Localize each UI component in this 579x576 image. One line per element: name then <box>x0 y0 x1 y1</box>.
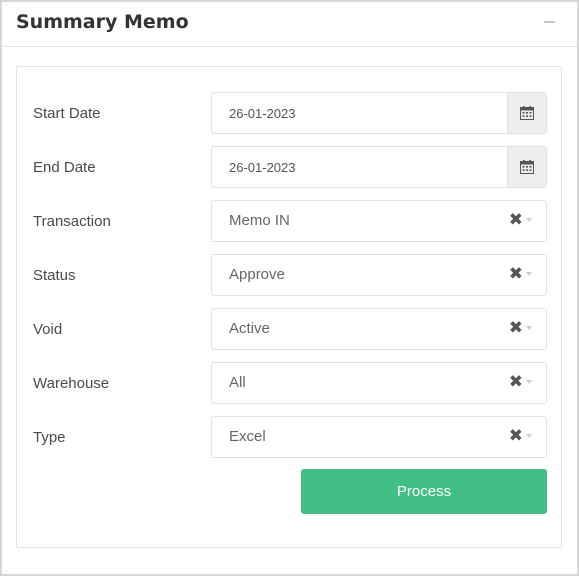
clear-icon[interactable]: ✖ <box>509 265 523 282</box>
panel-header: Summary Memo <box>2 2 577 47</box>
calendar-icon <box>520 106 534 120</box>
chevron-down-icon <box>526 434 532 438</box>
end-date-label: End Date <box>33 159 96 176</box>
collapse-button[interactable] <box>543 13 557 27</box>
void-selected-value: Active <box>229 320 270 337</box>
type-label: Type <box>33 429 66 446</box>
clear-icon[interactable]: ✖ <box>509 319 523 336</box>
type-select[interactable]: Excel ✖ <box>211 416 547 458</box>
status-row: Status Approve ✖ <box>17 254 561 297</box>
start-date-calendar-button[interactable] <box>507 93 546 133</box>
end-date-field <box>211 146 547 188</box>
type-row: Type Excel ✖ <box>17 416 561 459</box>
warehouse-row: Warehouse All ✖ <box>17 362 561 405</box>
void-row: Void Active ✖ <box>17 308 561 351</box>
void-select[interactable]: Active ✖ <box>211 308 547 350</box>
form-container: Start Date 26-01-2023 End Date 26-01-202… <box>16 66 562 548</box>
transaction-row: Transaction Memo IN ✖ <box>17 200 561 243</box>
status-selected-value: Approve <box>229 266 285 283</box>
end-date-input[interactable] <box>212 147 507 187</box>
chevron-down-icon <box>526 218 532 222</box>
start-date-label: Start Date <box>33 105 101 122</box>
status-label: Status <box>33 267 76 284</box>
end-date-calendar-button[interactable] <box>507 147 546 187</box>
start-date-row: Start Date <box>17 92 561 135</box>
clear-icon[interactable]: ✖ <box>509 427 523 444</box>
summary-memo-panel: Summary Memo Start Date 26-01-2023 End D… <box>0 0 579 576</box>
warehouse-selected-value: All <box>229 374 246 391</box>
end-date-row: End Date <box>17 146 561 189</box>
start-date-field <box>211 92 547 134</box>
clear-icon[interactable]: ✖ <box>509 211 523 228</box>
minus-icon <box>544 21 555 23</box>
status-select[interactable]: Approve ✖ <box>211 254 547 296</box>
chevron-down-icon <box>526 326 532 330</box>
process-button[interactable]: Process <box>301 469 547 514</box>
start-date-input[interactable] <box>212 93 507 133</box>
void-label: Void <box>33 321 63 338</box>
transaction-select[interactable]: Memo IN ✖ <box>211 200 547 242</box>
warehouse-select[interactable]: All ✖ <box>211 362 547 404</box>
panel-title: Summary Memo <box>16 11 189 33</box>
transaction-label: Transaction <box>33 213 111 230</box>
calendar-icon <box>520 160 534 174</box>
chevron-down-icon <box>526 272 532 276</box>
chevron-down-icon <box>526 380 532 384</box>
warehouse-label: Warehouse <box>33 375 110 392</box>
clear-icon[interactable]: ✖ <box>509 373 523 390</box>
transaction-selected-value: Memo IN <box>229 212 290 229</box>
type-selected-value: Excel <box>229 428 266 445</box>
